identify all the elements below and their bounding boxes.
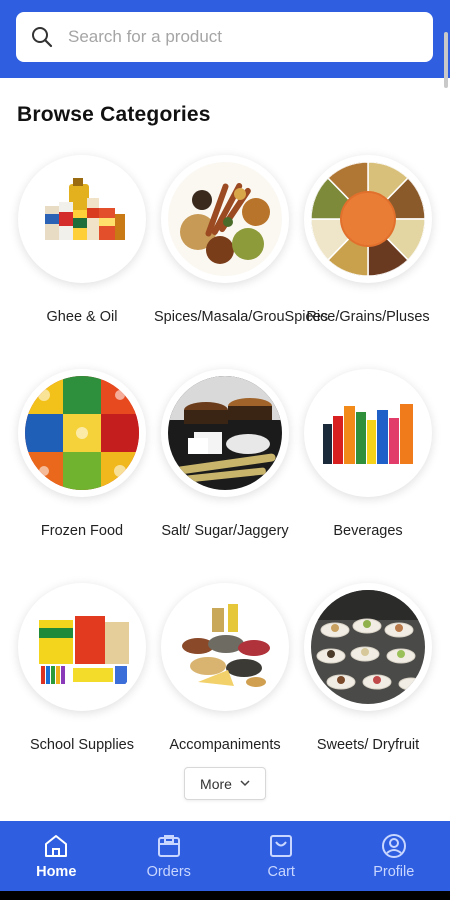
bottom-nav: Home Orders Cart Profile [0, 821, 450, 891]
category-label: Beverages [333, 523, 403, 539]
category-school-supplies[interactable]: School Supplies [11, 583, 153, 756]
category-label: Frozen Food [40, 523, 124, 539]
home-icon [45, 835, 68, 857]
nav-home[interactable]: Home [0, 821, 113, 891]
category-thumbnail[interactable] [18, 583, 146, 711]
nav-home-label: Home [36, 864, 77, 880]
more-button-label: More [200, 775, 232, 792]
category-thumbnail[interactable] [18, 155, 146, 283]
category-label: Sweets/ Dryfruit [316, 737, 420, 753]
search-icon [32, 27, 53, 48]
category-label: School Supplies [30, 737, 134, 753]
category-thumbnail[interactable] [304, 583, 432, 711]
nav-cart-label: Cart [267, 864, 295, 880]
more-button[interactable]: More [184, 767, 266, 800]
category-label: Salt/ Sugar/Jaggery [161, 523, 289, 539]
ghee-oil-image [25, 162, 139, 276]
scrollbar[interactable] [444, 32, 448, 88]
orders-icon [157, 835, 180, 857]
beverages-image [311, 376, 425, 490]
category-thumbnail[interactable] [161, 369, 289, 497]
spices-image [168, 162, 282, 276]
category-thumbnail[interactable] [161, 155, 289, 283]
school-supplies-image [25, 590, 139, 704]
accompaniments-image [168, 590, 282, 704]
category-label: Accompaniments [169, 737, 281, 753]
chevron-down-icon [240, 780, 250, 787]
category-ghee-oil[interactable]: Ghee & Oil [11, 155, 153, 328]
category-thumbnail[interactable] [304, 155, 432, 283]
category-spices[interactable]: Spices/Masala/GrouSpices [154, 155, 329, 328]
category-rice-grains[interactable]: Rice/Grains/Pluses [297, 155, 439, 328]
rice-grains-image [311, 162, 425, 276]
search-box[interactable] [16, 12, 433, 62]
nav-orders-label: Orders [146, 864, 191, 880]
category-label: Rice/Grains/Pluses [306, 309, 430, 325]
nav-cart[interactable]: Cart [225, 821, 338, 891]
category-thumbnail[interactable] [304, 369, 432, 497]
category-accompaniments[interactable]: Accompaniments [154, 583, 296, 756]
profile-icon [381, 834, 406, 858]
cart-icon [270, 835, 293, 857]
nav-profile[interactable]: Profile [338, 821, 450, 891]
nav-profile-label: Profile [373, 864, 415, 880]
sweets-dryfruit-image [311, 590, 425, 704]
salt-sugar-image [168, 376, 282, 490]
category-label: Spices/Masala/GrouSpices [154, 309, 329, 325]
category-thumbnail[interactable] [161, 583, 289, 711]
category-salt-sugar[interactable]: Salt/ Sugar/Jaggery [154, 369, 296, 542]
category-beverages[interactable]: Beverages [297, 369, 439, 542]
system-navigation-bar [0, 891, 450, 900]
category-label: Ghee & Oil [46, 309, 118, 325]
top-bar [0, 0, 450, 78]
category-sweets-dryfruit[interactable]: Sweets/ Dryfruit [297, 583, 439, 756]
nav-orders[interactable]: Orders [113, 821, 226, 891]
frozen-food-image [25, 376, 139, 490]
category-thumbnail[interactable] [18, 369, 146, 497]
section-title: Browse Categories [17, 103, 211, 126]
category-frozen-food[interactable]: Frozen Food [11, 369, 153, 542]
search-input[interactable] [68, 27, 398, 47]
